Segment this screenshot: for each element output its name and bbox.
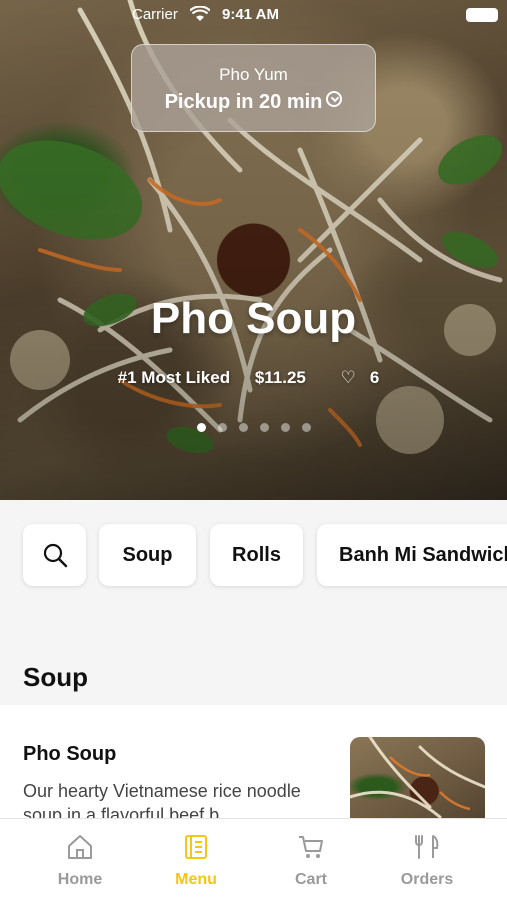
search-icon <box>43 543 67 568</box>
chevron-down-icon <box>326 91 343 107</box>
featured-item-title: Pho Soup <box>150 294 357 343</box>
category-chips: Soup Rolls Banh Mi Sandwiches <box>0 500 507 610</box>
pickup-selector[interactable]: Pho Yum Pickup in 20 min <box>131 44 376 132</box>
section-title: Soup <box>23 662 88 692</box>
battery-icon <box>466 8 498 22</box>
category-chip-soup[interactable]: Soup <box>99 524 196 586</box>
tab-cart[interactable]: Cart <box>248 819 374 900</box>
category-chip-rolls[interactable]: Rolls <box>210 524 303 586</box>
likes-count-group: ♡ 6 <box>331 368 390 387</box>
cart-icon <box>299 836 323 858</box>
menu-item-image <box>350 737 485 827</box>
wifi-icon <box>189 5 211 26</box>
home-icon <box>68 835 92 859</box>
tab-home-label: Home <box>57 871 103 888</box>
likes-count: 6 <box>369 368 380 387</box>
most-liked-badge: #1 Most Liked <box>117 368 231 387</box>
status-bar: Carrier 9:41 AM <box>0 0 507 30</box>
store-name: Pho Yum <box>219 65 288 84</box>
hero-banner[interactable]: Carrier 9:41 AM Pho Yum Pickup in 20 min… <box>0 0 507 500</box>
menu-item-image-art <box>350 737 485 819</box>
menu-item-card[interactable]: Pho Soup Our hearty Vietnamese rice nood… <box>0 705 507 827</box>
carrier-label: Carrier <box>132 6 178 23</box>
heart-icon: ♡ <box>340 368 356 387</box>
orders-icon <box>415 835 439 859</box>
pickup-time-text: Pickup in 20 min <box>164 91 323 113</box>
tab-cart-label: Cart <box>294 871 327 888</box>
featured-item-meta: #1 Most Liked $11.25 ♡ 6 <box>0 368 507 388</box>
tab-orders[interactable]: Orders <box>364 819 490 900</box>
category-chip-banh-mi[interactable]: Banh Mi Sandwiches <box>317 524 507 586</box>
carousel-dot[interactable] <box>301 423 311 432</box>
carousel-dot[interactable] <box>259 423 269 432</box>
carousel-dot[interactable] <box>280 423 290 432</box>
carousel-dot[interactable] <box>217 423 227 432</box>
carousel-dot[interactable] <box>238 423 248 432</box>
status-time: 9:41 AM <box>222 6 279 23</box>
search-button[interactable] <box>23 524 86 586</box>
tab-home[interactable]: Home <box>17 819 143 900</box>
tab-orders-label: Orders <box>400 871 454 888</box>
carousel-dot[interactable] <box>196 423 206 432</box>
featured-item-price: $11.25 <box>254 368 306 387</box>
pickup-time: Pickup in 20 min <box>132 91 375 114</box>
carousel-page-indicator[interactable] <box>0 423 507 432</box>
tab-menu-label: Menu <box>175 871 217 888</box>
menu-icon <box>185 835 207 859</box>
tab-menu[interactable]: Menu <box>133 819 259 900</box>
menu-item-name: Pho Soup <box>23 743 117 765</box>
bottom-tab-bar: Home Menu Cart Orders <box>0 818 507 900</box>
section-header: Soup <box>0 650 507 705</box>
